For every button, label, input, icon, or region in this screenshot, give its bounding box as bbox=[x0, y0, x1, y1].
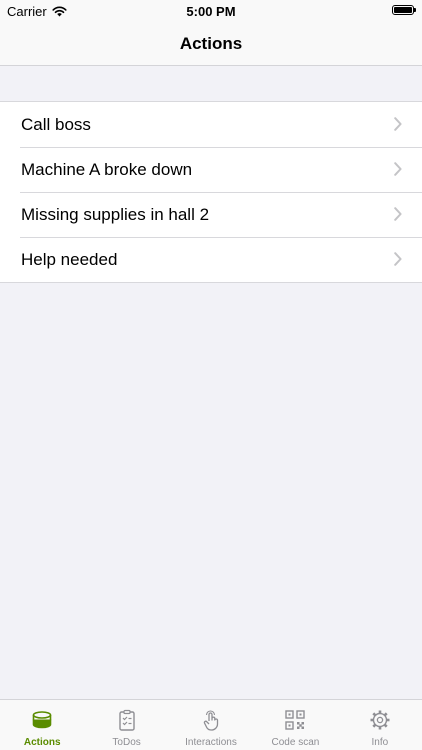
list-item-call-boss[interactable]: Call boss bbox=[0, 102, 422, 147]
gear-icon bbox=[370, 710, 390, 730]
list-item-missing-supplies[interactable]: Missing supplies in hall 2 bbox=[0, 192, 422, 237]
actions-list: Call boss Machine A broke down Missing s… bbox=[0, 101, 422, 283]
tab-bar: Actions ToDos Interactions Code scan Inf… bbox=[0, 699, 422, 750]
qr-code-icon bbox=[285, 710, 306, 730]
tab-label: Code scan bbox=[271, 737, 320, 748]
battery-icon bbox=[392, 5, 416, 15]
tab-interactions[interactable]: Interactions bbox=[169, 700, 253, 750]
chevron-right-icon bbox=[394, 207, 402, 221]
tab-label: ToDos bbox=[112, 737, 141, 748]
page-title: Actions bbox=[179, 34, 243, 53]
tab-todos[interactable]: ToDos bbox=[84, 700, 168, 750]
tab-label: Interactions bbox=[185, 737, 237, 748]
list-item-help-needed[interactable]: Help needed bbox=[0, 237, 422, 282]
navigation-bar: Actions bbox=[0, 22, 422, 66]
stack-icon bbox=[32, 711, 52, 729]
tab-code-scan[interactable]: Code scan bbox=[253, 700, 337, 750]
list-item-label: Help needed bbox=[21, 250, 118, 269]
list-item-label: Call boss bbox=[21, 115, 91, 134]
hand-tap-icon bbox=[203, 710, 219, 731]
chevron-right-icon bbox=[394, 162, 402, 176]
chevron-right-icon bbox=[394, 117, 402, 131]
tab-actions[interactable]: Actions bbox=[0, 700, 84, 750]
tab-info[interactable]: Info bbox=[338, 700, 422, 750]
tab-label: Actions bbox=[23, 737, 61, 748]
status-time: 5:00 PM bbox=[186, 4, 236, 19]
clipboard-checklist-icon bbox=[118, 709, 135, 731]
chevron-right-icon bbox=[394, 252, 402, 266]
tab-label: Info bbox=[371, 737, 389, 748]
list-item-label: Missing supplies in hall 2 bbox=[21, 205, 210, 224]
status-bar: Carrier 5:00 PM bbox=[0, 0, 422, 22]
list-item-label: Machine A broke down bbox=[21, 160, 193, 179]
list-item-machine-a-broke-down[interactable]: Machine A broke down bbox=[0, 147, 422, 192]
